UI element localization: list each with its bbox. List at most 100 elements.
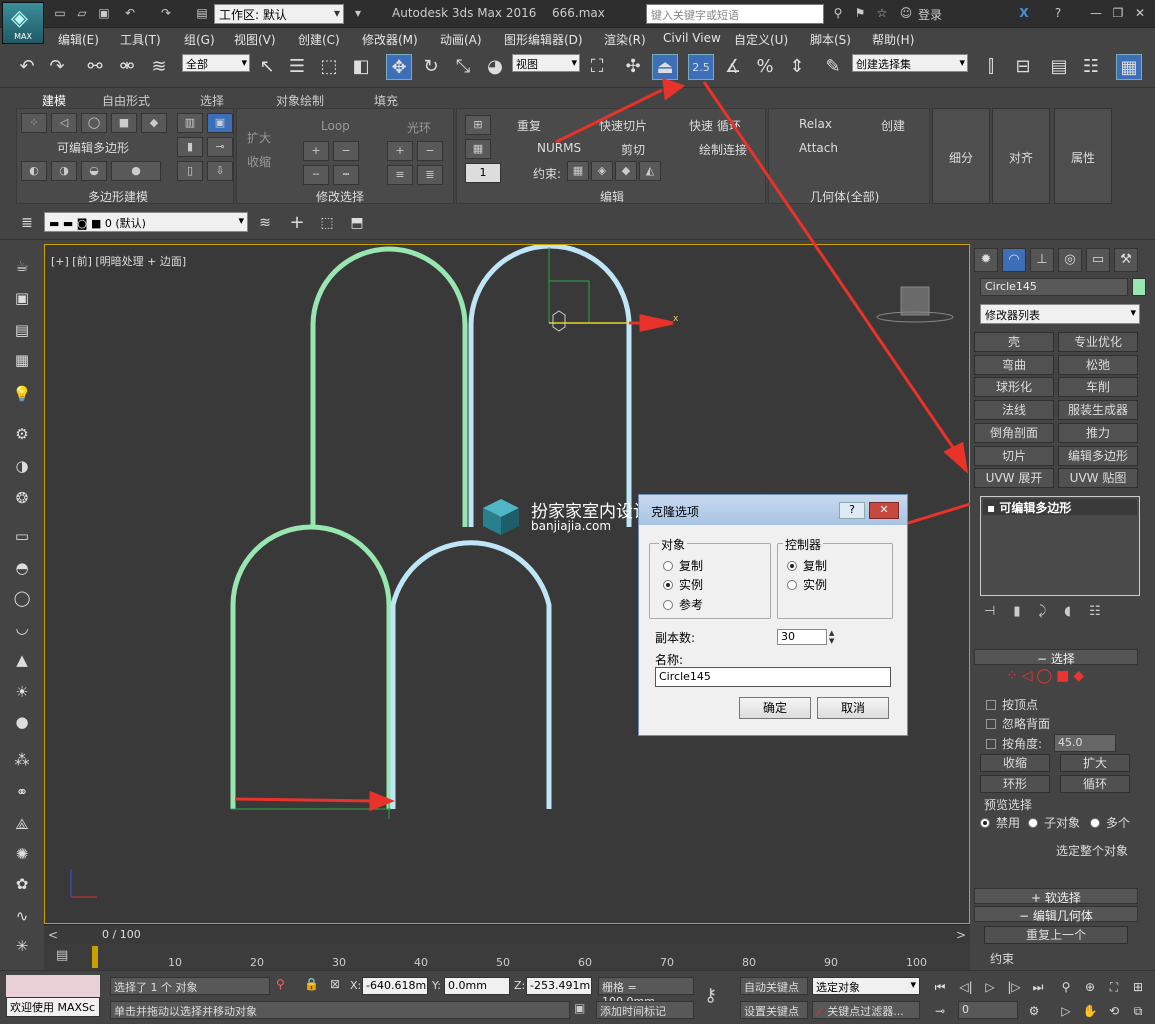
time-tag-icon[interactable]: ▣ [574, 1001, 585, 1015]
show-end-result-icon[interactable]: ◑ [51, 161, 77, 181]
object-color-swatch[interactable] [1132, 278, 1146, 296]
play-icon[interactable]: ▷ [980, 977, 1000, 997]
scene-explorer-icon[interactable]: ☷ [1078, 54, 1104, 80]
track-toggle-icon[interactable]: ▤ [56, 948, 68, 963]
light-icon[interactable]: 💡 [10, 382, 34, 406]
shrink-label[interactable]: 收缩 [247, 153, 271, 170]
controller-copy-radio[interactable]: 复制 [787, 557, 827, 574]
modifier-button[interactable]: 切片 [974, 445, 1054, 466]
tab-populate[interactable]: 填充 [374, 92, 398, 109]
key-mode-icon[interactable]: ⊸ [930, 1001, 950, 1021]
copies-spinner[interactable]: ▲ ▼ [829, 629, 839, 645]
help-icon[interactable]: ? [839, 502, 865, 519]
undo-icon[interactable]: ↶ [122, 5, 138, 21]
ref-coord-select[interactable]: 视图 ▾ [512, 54, 580, 72]
setkey-button[interactable]: 设置关键点 [740, 1001, 808, 1019]
hair-icon[interactable]: ∿ [10, 904, 34, 928]
menu-views[interactable]: 视图(V) [234, 31, 276, 48]
gear-icon[interactable]: ✺ [10, 842, 34, 866]
list-icon[interactable]: ▤ [10, 318, 34, 342]
subscription-icon[interactable]: ⚑ [852, 5, 868, 21]
display-tab-icon[interactable]: ▭ [1086, 248, 1110, 272]
tab-freeform[interactable]: 自由形式 [102, 92, 150, 109]
nurms-label[interactable]: NURMS [537, 141, 581, 155]
group-modify-selection[interactable]: 修改选择 [316, 188, 364, 205]
key-icon[interactable]: ⚷ [704, 985, 717, 1006]
align-button[interactable]: 对齐 [992, 108, 1050, 204]
ring-button[interactable]: 环形 [980, 775, 1050, 793]
soft-selection-rollout-header[interactable]: + 软选择 [974, 888, 1138, 905]
user-icon[interactable]: ☺ [898, 5, 914, 21]
vertex-icon[interactable]: ⁘ [21, 113, 47, 133]
plane-icon[interactable]: ▭ [10, 524, 34, 548]
pivot-center-icon[interactable]: ⛶ [584, 54, 610, 80]
ring-minus-icon[interactable]: − [417, 141, 443, 161]
edit-geometry-rollout-header[interactable]: − 编辑几何体 [974, 906, 1138, 923]
preview-subobject-radio[interactable]: 子对象 [1028, 814, 1080, 831]
motion-tab-icon[interactable]: ◎ [1058, 248, 1082, 272]
loop-label[interactable]: Loop [321, 119, 350, 133]
image-icon[interactable]: ▣ [10, 286, 34, 310]
align-icon[interactable]: ⊟ [1010, 54, 1036, 80]
modifier-button[interactable]: UVW 展开 [974, 468, 1054, 489]
toggle-command-icon[interactable]: ◒ [81, 161, 107, 181]
modifier-button[interactable]: 倒角剖面 [974, 422, 1054, 443]
menu-group[interactable]: 组(G) [184, 31, 215, 48]
by-angle-checkbox[interactable]: 按角度: [986, 735, 1042, 752]
next-key-icon[interactable]: |▷ [1004, 977, 1024, 997]
select-in-layer-icon[interactable]: ⬚ [314, 210, 340, 236]
edge-icon[interactable]: ◁ [51, 113, 77, 133]
copies-input[interactable]: 30 [777, 629, 827, 645]
loop-minus-icon[interactable]: − [333, 141, 359, 161]
loop-dots-icon[interactable]: ┅ [333, 165, 359, 185]
object-reference-radio[interactable]: 参考 [663, 596, 703, 613]
constraint-edge-icon[interactable]: ◈ [591, 161, 613, 181]
angle-input[interactable]: 45.0 [1054, 734, 1116, 752]
add-time-tag[interactable]: 添加时间标记 [596, 1001, 694, 1019]
modifier-button[interactable]: 服装生成器 [1058, 400, 1138, 421]
placement-icon[interactable]: ◕ [482, 54, 508, 80]
menu-customize[interactable]: 自定义(U) [734, 31, 788, 48]
modifier-button[interactable]: 专业优化 [1058, 332, 1138, 352]
preview-multi-radio[interactable]: 多个 [1090, 814, 1130, 831]
select-object-icon[interactable]: ↖ [254, 54, 280, 80]
controller-instance-radio[interactable]: 实例 [787, 576, 827, 593]
teapot-icon[interactable]: ☕ [10, 254, 34, 278]
menu-rendering[interactable]: 渲染(R) [604, 31, 646, 48]
search-input[interactable]: 键入关键字或短语 [646, 4, 824, 24]
pin-icon[interactable]: ⊸ [207, 137, 233, 157]
key-mode-select[interactable]: 选定对象 ▾ [812, 977, 920, 995]
properties-button[interactable]: 属性 [1054, 108, 1112, 204]
edit-named-sel-icon[interactable]: ✎ [820, 54, 846, 80]
plus-icon[interactable]: + [284, 210, 310, 236]
select-manipulate-icon[interactable]: ✣ [620, 54, 646, 80]
preserve-uv-icon[interactable]: ● [111, 161, 161, 181]
app-logo[interactable]: ◈ MAX [2, 2, 44, 44]
create-label[interactable]: 创建 [881, 117, 905, 134]
constraint-none-icon[interactable]: ▦ [567, 161, 589, 181]
unlink-icon[interactable]: ⚮ [114, 54, 140, 80]
orbit-icon[interactable]: ⟲ [1104, 1001, 1124, 1021]
maxscript-input[interactable]: 欢迎使用 MAXSc [6, 997, 100, 1017]
show-cage-icon[interactable]: ▯ [177, 161, 203, 181]
grid-icon[interactable]: ▦ [10, 348, 34, 372]
utilities-tab-icon[interactable]: ⚒ [1114, 248, 1138, 272]
object-instance-radio[interactable]: 实例 [663, 576, 703, 593]
restore-icon[interactable]: ❐ [1108, 6, 1128, 24]
zoom-extents-icon[interactable]: ⛶ [1104, 977, 1124, 997]
tab-object-paint[interactable]: 对象绘制 [276, 92, 324, 109]
cut-label[interactable]: 剪切 [621, 141, 645, 158]
menu-create[interactable]: 创建(C) [298, 31, 340, 48]
stack-tools[interactable]: ⊣▮⤸◖☷ [984, 604, 1119, 619]
layer-add-icon[interactable]: ≋ [252, 210, 278, 236]
next-frame-icon[interactable]: > [956, 928, 966, 942]
percent-snap-icon[interactable]: % [752, 54, 778, 80]
current-frame-input[interactable]: 0 [958, 1001, 1018, 1019]
paintconnect-label[interactable]: 绘制连接 [699, 141, 747, 158]
fur-icon[interactable]: ✳ [10, 934, 34, 958]
new-file-icon[interactable]: ▭ [52, 5, 68, 21]
render-setup-icon[interactable]: ▦ [1116, 54, 1142, 80]
quickslice-label[interactable]: 快速切片 [599, 117, 647, 134]
create-tab-icon[interactable]: ✹ [974, 248, 998, 272]
repeat-last-button[interactable]: 重复上一个 [984, 926, 1128, 944]
